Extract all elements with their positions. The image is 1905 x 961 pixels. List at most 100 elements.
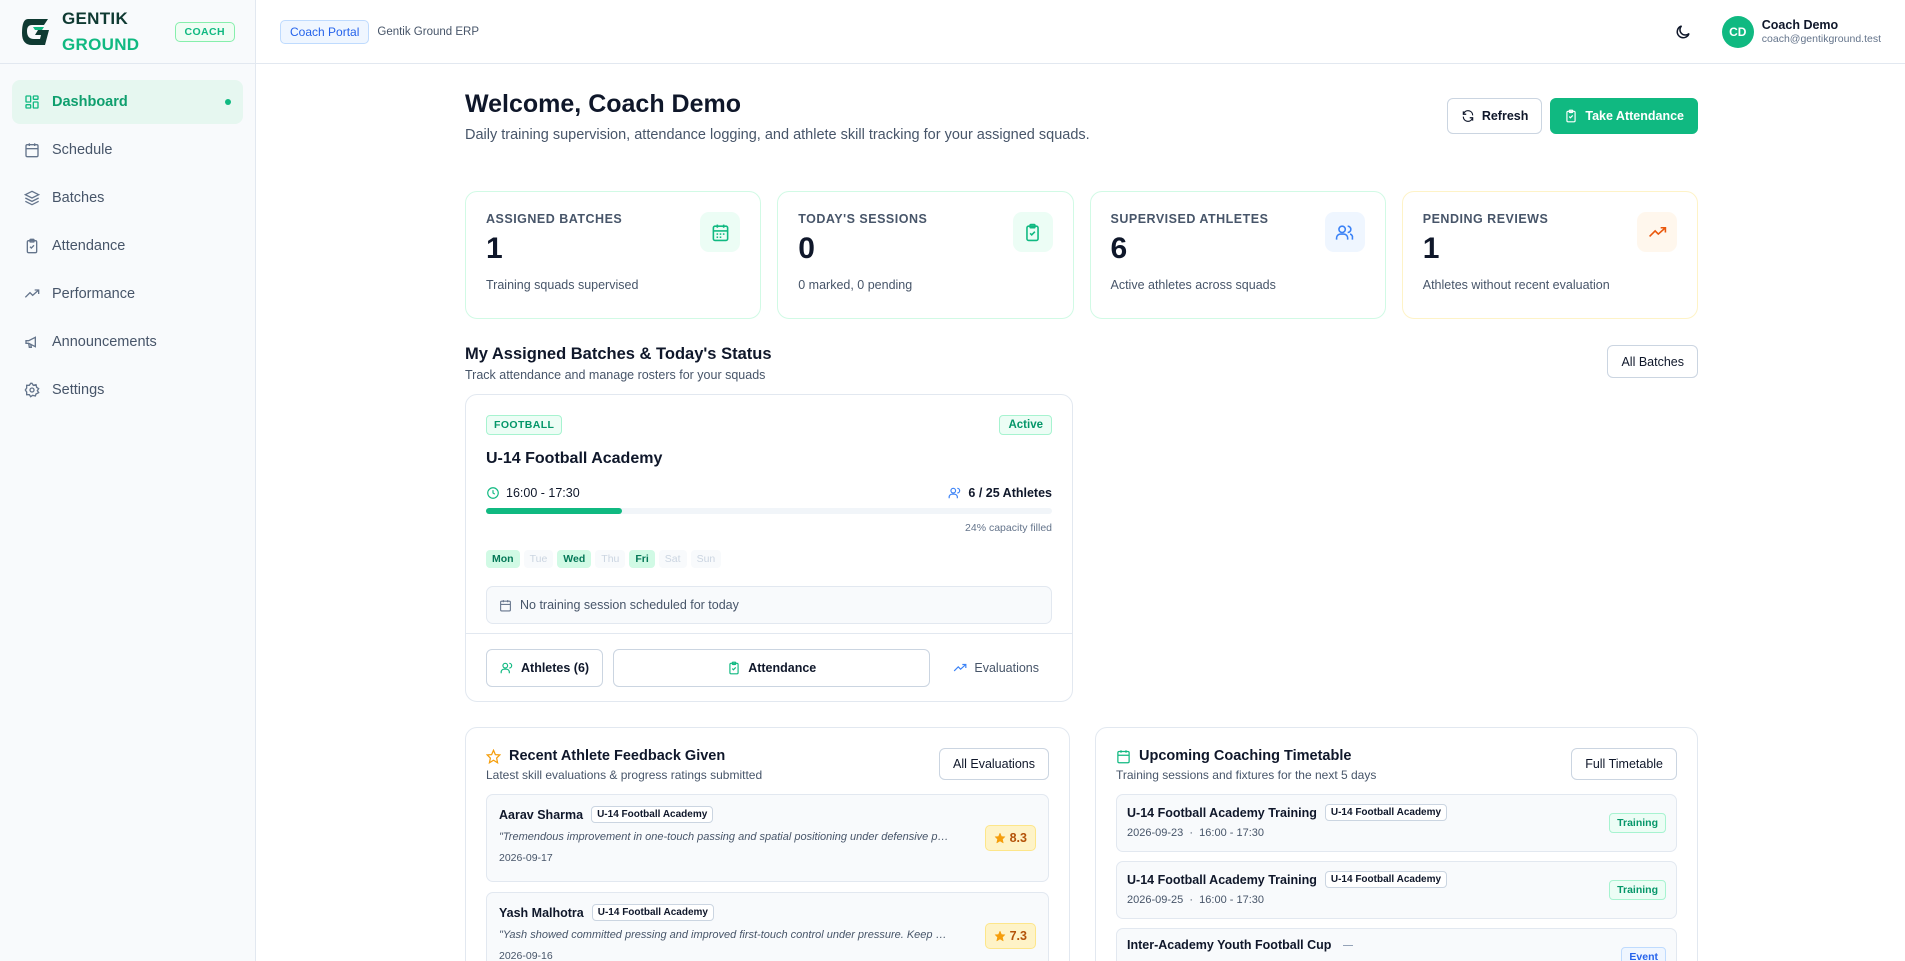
day-chip: Fri — [629, 550, 655, 568]
trend-icon — [954, 663, 967, 671]
main-content: Welcome, Coach Demo Daily training super… — [465, 64, 1698, 961]
stat-card-supervised-athletes: SUPERVISED ATHLETES 6 Active athletes ac… — [1089, 191, 1386, 319]
feedback-item[interactable]: Yash Malhotra U-14 Football Academy "Yas… — [486, 892, 1049, 961]
star-icon — [994, 832, 1006, 844]
sidebar-item-dashboard[interactable]: Dashboard — [12, 80, 243, 124]
no-session-notice: No training session scheduled for today — [486, 586, 1052, 624]
stat-icon-box — [700, 212, 741, 252]
feedback-quote: "Tremendous improvement in one-touch pas… — [499, 831, 949, 843]
clipboard-check-icon — [1026, 223, 1039, 241]
stat-desc: Training squads supervised — [486, 278, 639, 292]
calendar-icon — [712, 224, 729, 241]
take-attendance-button[interactable]: Take Attendance — [1550, 98, 1698, 134]
no-session-text: No training session scheduled for today — [520, 598, 739, 612]
active-indicator — [225, 99, 231, 105]
refresh-icon — [1462, 110, 1474, 122]
portal-pill[interactable]: Coach Portal — [280, 19, 370, 44]
megaphone-icon — [25, 336, 36, 348]
users-icon — [948, 487, 961, 499]
panel-subtitle: Training sessions and fixtures for the n… — [1116, 768, 1377, 782]
role-badge: COACH — [174, 21, 235, 42]
session-date: 2026-09-25 — [1127, 894, 1184, 906]
stat-card-pending-reviews: PENDING REVIEWS 1 Athletes without recen… — [1401, 191, 1698, 319]
capacity-bar-fill — [486, 508, 622, 514]
user-info[interactable]: Coach Demo coach@gentikground.test — [1762, 18, 1881, 45]
athletes-button[interactable]: Athletes (6) — [486, 648, 604, 687]
page-subtitle: Daily training supervision, attendance l… — [465, 127, 1090, 143]
day-chip: Sat — [658, 550, 687, 568]
stat-icon-box — [1324, 212, 1365, 252]
evaluations-button[interactable]: Evaluations — [940, 648, 1052, 687]
calendar-icon — [1117, 749, 1130, 763]
sidebar-item-label: Schedule — [52, 142, 113, 158]
batch-chip: U-14 Football Academy — [591, 806, 714, 823]
feedback-panel: Recent Athlete Feedback Given Latest ski… — [465, 727, 1070, 961]
status-badge: Active — [999, 415, 1052, 435]
users-icon — [1336, 224, 1354, 240]
trend-icon — [24, 289, 40, 298]
stat-icon-box — [1637, 212, 1677, 252]
timetable-panel: Upcoming Coaching Timetable Training ses… — [1095, 727, 1698, 961]
batch-card: FOOTBALL Active U-14 Football Academy 16… — [465, 394, 1073, 702]
attendance-button[interactable]: Attendance — [613, 648, 931, 687]
session-meta: 2026-09-23 · 16:00 - 17:30 — [1127, 827, 1265, 839]
batch-athletes: 6 / 25 Athletes — [968, 486, 1052, 500]
sidebar-item-attendance[interactable]: Attendance — [12, 224, 243, 268]
sidebar-item-label: Performance — [52, 286, 136, 302]
feedback-date: 2026-09-16 — [499, 950, 553, 961]
sidebar-item-announcements[interactable]: Announcements — [12, 320, 243, 364]
timetable-item[interactable]: U-14 Football Academy Training U-14 Foot… — [1116, 861, 1677, 919]
sidebar-item-label: Batches — [52, 190, 105, 206]
sidebar-item-label: Attendance — [52, 238, 126, 254]
topbar: Coach Portal Gentik Ground ERP CD Coach … — [256, 0, 1905, 64]
user-name: Coach Demo — [1761, 18, 1839, 32]
all-batches-button[interactable]: All Batches — [1607, 345, 1698, 378]
batch-time: 16:00 - 17:30 — [506, 486, 580, 500]
full-timetable-button[interactable]: Full Timetable — [1571, 748, 1677, 780]
sidebar-item-batches[interactable]: Batches — [12, 176, 243, 220]
panel-title: Recent Athlete Feedback Given — [509, 748, 726, 764]
day-chip: Thu — [595, 550, 626, 568]
sport-chip: FOOTBALL — [486, 415, 563, 435]
feedback-date: 2026-09-17 — [499, 852, 553, 864]
brand-line-2: GROUND — [62, 34, 140, 54]
athletes-button-label: Athletes (6) — [521, 660, 590, 675]
calendar-icon — [500, 599, 511, 611]
sidebar-item-schedule[interactable]: Schedule — [12, 128, 243, 172]
capacity-bar — [486, 508, 1052, 514]
panel-subtitle: Latest skill evaluations & progress rati… — [486, 768, 763, 782]
avatar[interactable]: CD — [1721, 15, 1754, 48]
session-date: 2026-09-23 — [1127, 827, 1184, 839]
sidebar-item-settings[interactable]: Settings — [12, 368, 243, 412]
all-evaluations-button[interactable]: All Evaluations — [939, 748, 1049, 780]
section-title: My Assigned Batches & Today's Status — [465, 345, 772, 363]
refresh-button[interactable]: Refresh — [1446, 98, 1543, 134]
calendar-icon — [25, 143, 39, 158]
capacity-text: 24% capacity filled — [965, 522, 1052, 534]
sidebar-item-label: Announcements — [52, 334, 157, 350]
clipboard-check-icon — [729, 661, 739, 674]
session-time: 16:00 - 17:30 — [1199, 827, 1265, 839]
feedback-item[interactable]: Aarav Sharma U-14 Football Academy "Trem… — [486, 794, 1049, 882]
session-type-badge: Training — [1609, 813, 1666, 833]
star-icon — [994, 930, 1006, 942]
score-value: 7.3 — [1009, 929, 1027, 943]
erp-name: Gentik Ground ERP — [377, 25, 480, 38]
sidebar-item-performance[interactable]: Performance — [12, 272, 243, 316]
timetable-item[interactable]: Inter-Academy Youth Football Cup Event — [1116, 928, 1677, 961]
timetable-item[interactable]: U-14 Football Academy Training U-14 Foot… — [1116, 794, 1677, 852]
batch-chip: U-14 Football Academy — [1324, 871, 1448, 888]
score-badge: 7.3 — [984, 923, 1036, 949]
stats-grid: ASSIGNED BATCHES 1 Training squads super… — [465, 191, 1698, 319]
sidebar-item-label: Settings — [52, 382, 105, 398]
moon-icon[interactable] — [1674, 23, 1692, 41]
day-chip: Mon — [486, 550, 520, 568]
brand: GENTIK GROUND COACH — [0, 0, 255, 64]
stat-desc: 0 marked, 0 pending — [798, 278, 913, 292]
empty-batch-dash — [1343, 944, 1354, 946]
sidebar-nav: Dashboard Schedule Batches Attendance Pe… — [0, 64, 255, 432]
user-email: coach@gentikground.test — [1761, 33, 1881, 45]
session-meta: 2026-09-25 · 16:00 - 17:30 — [1127, 894, 1265, 906]
clipboard-icon — [26, 238, 38, 254]
day-chip: Sun — [690, 550, 722, 568]
